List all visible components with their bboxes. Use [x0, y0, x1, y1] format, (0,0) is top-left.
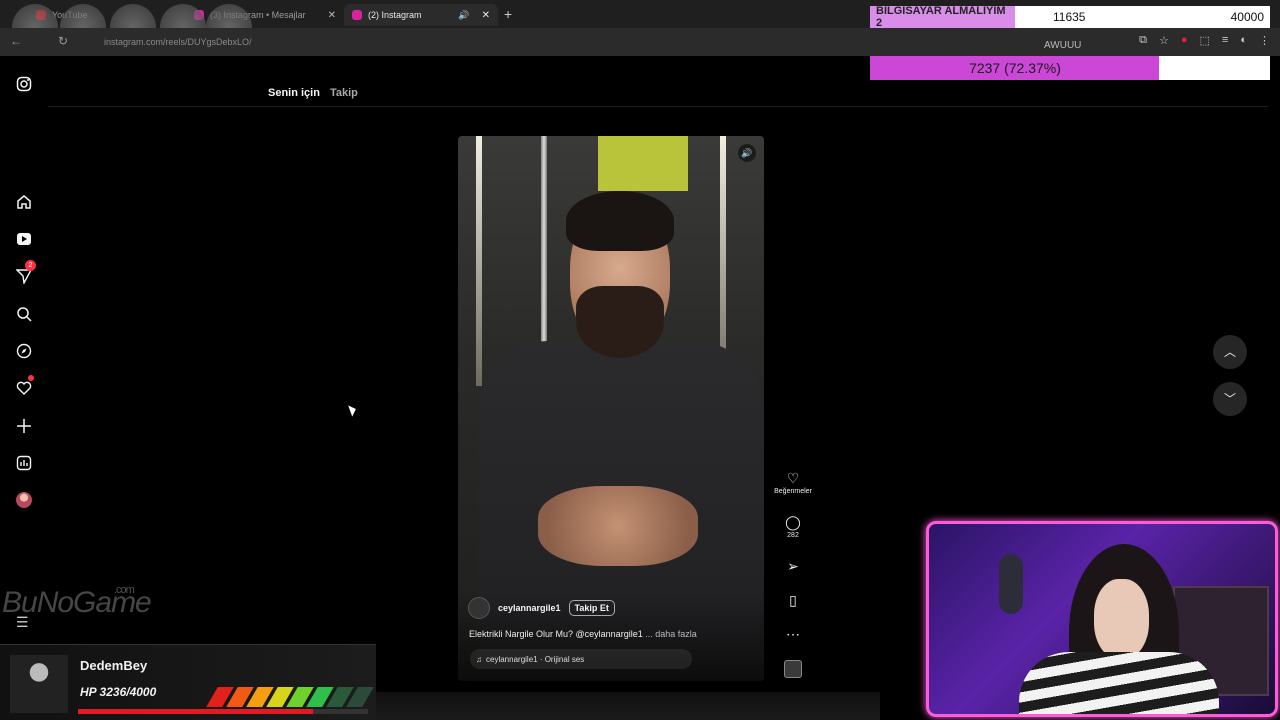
- person-hands: [538, 486, 698, 566]
- previous-reel-button[interactable]: ︿: [1213, 335, 1247, 369]
- comment-icon: ◯: [785, 514, 801, 530]
- back-icon[interactable]: ←: [10, 34, 22, 48]
- create-plus-icon[interactable]: [14, 416, 34, 436]
- more-options-button[interactable]: ⋯: [770, 626, 816, 644]
- instagram-logo-icon[interactable]: [14, 74, 34, 94]
- subscriber-alert: DedemBey HP 3236/4000: [0, 644, 376, 720]
- close-tab-icon[interactable]: ✕: [328, 10, 336, 21]
- save-button[interactable]: ▯: [770, 592, 816, 610]
- music-note-icon: ♫: [476, 654, 482, 664]
- dashboard-icon[interactable]: [14, 453, 34, 473]
- reel-author: ceylannargile1 Takip Et: [468, 597, 615, 619]
- reload-icon[interactable]: ↻: [58, 34, 68, 48]
- toolbar-icons: ⧉ ☆ ● ⬚ ≡ ◐ ⋮: [1139, 34, 1270, 47]
- extensions-icon[interactable]: ⬚: [1200, 34, 1210, 47]
- heart-icon: ♡: [786, 470, 800, 486]
- notification-dot: [28, 375, 34, 381]
- menu-icon[interactable]: ⋮: [1259, 34, 1270, 47]
- like-button[interactable]: ♡ Beğenmeler: [770, 470, 816, 495]
- goal-label: BİLGİSAYAR ALMALIYIM 2: [870, 5, 1015, 29]
- caption-more-link[interactable]: ... daha fazla: [645, 629, 697, 639]
- person-hair: [566, 191, 674, 251]
- messages-icon[interactable]: 2: [14, 260, 36, 286]
- chevron-up-icon: ︿: [1223, 345, 1236, 359]
- streamer-face: [1094, 579, 1149, 659]
- like-label: Beğenmeler: [774, 488, 812, 495]
- mouse-cursor-icon: [348, 403, 358, 417]
- goal-current: 11635: [1053, 10, 1086, 24]
- home-icon[interactable]: [14, 192, 34, 212]
- caption-text: Elektrikli Nargile Olur Mu? @ceylannargi…: [469, 629, 643, 639]
- address-bar: ← ↻ instagram.com/reels/DUYgsDebxLO/ ⧉ ☆…: [0, 28, 1280, 56]
- close-tab-icon[interactable]: ✕: [482, 10, 490, 21]
- tab-title: (2) Instagram: [368, 10, 422, 20]
- tab-following[interactable]: Takip: [330, 87, 358, 99]
- subscriber-hp: HP 3236/4000: [80, 685, 157, 699]
- profile-icon[interactable]: ◐: [1240, 34, 1247, 47]
- watermark-suffix: .com: [114, 584, 135, 596]
- audio-label: ceylannargile1 · Orijinal ses: [486, 654, 585, 664]
- audio-thumbnail[interactable]: [784, 660, 802, 678]
- url-field[interactable]: instagram.com/reels/DUYgsDebxLO/: [90, 33, 870, 51]
- webcam-overlay: [926, 521, 1278, 717]
- new-tab-button[interactable]: +: [504, 6, 512, 22]
- notification-badge: 2: [25, 260, 36, 271]
- volume-icon[interactable]: 🔊: [738, 144, 756, 162]
- notifications-heart-icon[interactable]: [14, 375, 34, 398]
- extension-red-icon[interactable]: ●: [1181, 34, 1188, 47]
- hp-bar: [78, 709, 368, 714]
- goal-target: 40000: [1230, 10, 1264, 24]
- more-dots-icon: ⋯: [786, 626, 800, 642]
- tab-for-you[interactable]: Senin için: [268, 87, 320, 99]
- person-beard: [576, 286, 664, 358]
- avatar: [16, 492, 32, 508]
- donation-goal-header: BİLGİSAYAR ALMALIYIM 2 11635 40000: [870, 5, 1270, 29]
- share-button[interactable]: ➢: [770, 558, 816, 576]
- bookmark-star-icon[interactable]: ☆: [1159, 34, 1169, 47]
- subscriber-name: DedemBey: [80, 658, 148, 673]
- hamburger-menu-icon[interactable]: ☰: [16, 614, 29, 631]
- subscriber-avatar: [10, 655, 68, 713]
- donation-progress-bar: 7237 (72.37%): [870, 56, 1270, 80]
- follow-button[interactable]: Takip Et: [568, 600, 615, 616]
- author-avatar[interactable]: [468, 597, 490, 619]
- hp-bar-fill: [78, 709, 313, 714]
- profile-avatar[interactable]: [14, 490, 34, 510]
- comment-count: 282: [787, 532, 799, 539]
- divider: [48, 106, 1268, 107]
- tab-instagram[interactable]: (2) Instagram 🔊 ✕: [344, 4, 498, 26]
- chevron-down-icon: ﹀: [1223, 392, 1236, 406]
- install-app-icon[interactable]: ⧉: [1139, 34, 1147, 47]
- led-light: [476, 136, 482, 386]
- comment-button[interactable]: ◯ 282: [770, 514, 816, 539]
- overlay-text: AWUUU: [1044, 40, 1082, 51]
- background-panel: [598, 136, 688, 191]
- author-name[interactable]: ceylannargile1: [498, 603, 561, 613]
- search-icon[interactable]: [14, 304, 34, 324]
- send-icon: ➢: [787, 558, 799, 574]
- reel-caption: Elektrikli Nargile Olur Mu? @ceylannargi…: [469, 629, 697, 639]
- speaker-icon[interactable]: 🔊: [458, 10, 469, 21]
- microphone: [999, 554, 1023, 614]
- donation-progress-text: 7237 (72.37%): [969, 60, 1061, 76]
- feed-tabs: Senin için Takip: [268, 87, 358, 99]
- instagram-favicon-icon: [352, 10, 362, 20]
- reel-video[interactable]: 🔊 ceylannargile1 Takip Et Elektrikli Nar…: [458, 136, 764, 681]
- media-icon[interactable]: ≡: [1222, 34, 1228, 47]
- explore-icon[interactable]: [14, 341, 34, 361]
- reel-audio[interactable]: ♫ ceylannargile1 · Orijinal ses: [470, 649, 692, 669]
- streamer-sweater: [1019, 652, 1219, 714]
- next-reel-button[interactable]: ﹀: [1213, 382, 1247, 416]
- reels-icon[interactable]: [14, 229, 34, 249]
- bookmark-icon: ▯: [789, 592, 797, 608]
